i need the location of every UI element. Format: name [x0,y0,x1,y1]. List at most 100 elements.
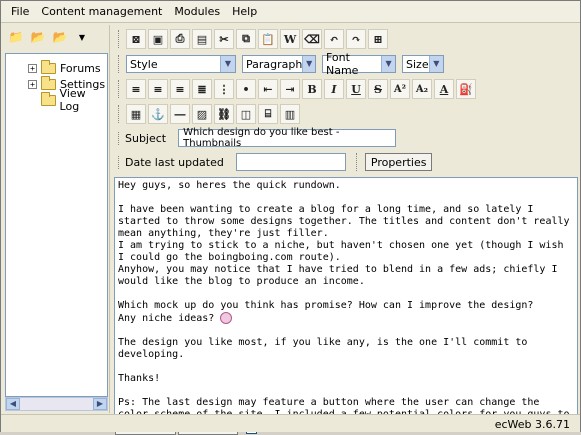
select-all-icon[interactable]: ⊞ [368,29,388,49]
navigation-tree: + Forums + Settings View Log [5,53,108,397]
cut-icon[interactable]: ✂ [214,29,234,49]
content-paragraph: Which mock up do you think has promise? … [118,300,574,325]
bold-button[interactable]: B [302,79,322,99]
align-center-icon[interactable]: ≡ [148,79,168,99]
subscript-button[interactable]: A₂ [412,79,432,99]
chevron-down-icon: ▼ [428,56,443,72]
editor-toolbar-row-2: Style ▼ Paragraph ▼ Font Name ▼ Size ▼ [114,51,448,77]
copy-folder-icon[interactable]: 📂 [29,28,47,46]
scroll-right-icon[interactable]: ▶ [93,398,107,410]
link-icon[interactable]: ⛓ [214,104,234,124]
content-paragraph-text: Which mock up do you think has promise? … [118,300,534,324]
editor-toolbar-row-1: ⊠ ▣ ⎙ ▤ ✂ ⧉ 📋 W ⌫ ↶ ↷ ⊞ [114,27,388,51]
paragraph-select-value: Paragraph [246,57,303,71]
content-editor[interactable]: Hey guys, so heres the quick rundown. I … [114,177,578,415]
eraser-icon[interactable]: ⌫ [302,29,322,49]
style-select-value: Style [130,57,158,71]
image-icon[interactable]: ▨ [192,104,212,124]
ordered-list-icon[interactable]: ⋮ [214,79,234,99]
copy-icon[interactable]: ⧉ [236,29,256,49]
editor-toolbar-row-3: ≡ ≡ ≡ ≣ ⋮ • ⇤ ⇥ B I U S A² A₂ A ⛽ [114,77,476,101]
toolbar-grip [355,153,359,171]
style-select[interactable]: Style ▼ [126,55,236,73]
toolbar-grip[interactable] [118,55,121,73]
content-paragraph: Ps: The last design may feature a button… [118,397,570,415]
paste-word-icon[interactable]: W [280,29,300,49]
anchor-icon[interactable]: ⚓ [148,104,168,124]
new-folder-icon[interactable]: 📁 [7,28,25,46]
table-icon[interactable]: ▦ [126,104,146,124]
underline-button[interactable]: U [346,79,366,99]
menu-modules[interactable]: Modules [168,1,226,23]
expand-icon[interactable]: + [28,79,37,89]
size-select[interactable]: Size ▼ [402,55,444,73]
flash-icon[interactable]: ◫ [236,104,256,124]
toolbar-grip[interactable] [118,105,121,123]
chevron-down-icon: ▼ [220,56,235,72]
content-paragraph: The design you like most, if you like an… [118,337,534,360]
italic-button[interactable]: I [324,79,344,99]
tree-horizontal-scrollbar[interactable]: ◀ ▶ [5,397,108,411]
folder-icon [41,59,56,74]
indent-icon[interactable]: ⇥ [280,79,300,99]
print-icon[interactable]: ⎙ [170,29,190,49]
status-bar: ecWeb 3.6.71 [1,414,580,432]
superscript-button[interactable]: A² [390,79,410,99]
align-justify-icon[interactable]: ≣ [192,79,212,99]
highlight-icon[interactable]: ⛽ [456,79,476,99]
unordered-list-icon[interactable]: • [236,79,256,99]
tree-item-label: Forums [60,61,101,75]
editor-pane: ⊠ ▣ ⎙ ▤ ✂ ⧉ 📋 W ⌫ ↶ ↷ ⊞ Style ▼ Paragraph… [114,25,580,435]
menu-content-management[interactable]: Content management [35,1,168,23]
date-last-updated-label: Date last updated [118,155,230,169]
toolbar-grip[interactable] [118,30,121,48]
tree-toolbar: 📁 📂 📂 ▼ [3,25,108,49]
open-folder-icon[interactable]: 📂 [51,28,69,46]
subject-label: Subject [118,131,172,145]
subject-row: Subject Which design do you like best - … [118,127,397,149]
size-select-value: Size [406,57,429,71]
editor-toolbar-row-4: ▦ ⚓ ― ▨ ⛓ ◫ ⌸ ▥ [114,102,300,126]
undo-icon[interactable]: ↶ [324,29,344,49]
folder-icon [41,91,56,106]
content-paragraph: Thanks! [118,373,161,384]
menu-help[interactable]: Help [226,1,263,23]
template-icon[interactable]: ▥ [280,104,300,124]
menu-file[interactable]: File [1,1,35,23]
properties-button[interactable]: Properties [364,153,433,171]
menubar: File Content management Modules Help [1,1,580,23]
paragraph-select[interactable]: Paragraph ▼ [242,55,316,73]
app-window: File Content management Modules Help 📁 📂… [0,0,581,435]
font-color-button[interactable]: A [434,79,454,99]
chevron-down-icon: ▼ [302,56,315,72]
redo-icon[interactable]: ↷ [346,29,366,49]
form-field-icon[interactable]: ⌸ [258,104,278,124]
date-row: Date last updated Properties [118,151,433,173]
date-last-updated-input[interactable] [235,153,346,171]
subject-input[interactable]: Which design do you like best - Thumbnai… [178,127,397,149]
save-icon[interactable]: ▣ [148,29,168,49]
horizontal-rule-icon[interactable]: ― [170,104,190,124]
chevron-down-icon: ▼ [381,56,395,72]
version-text: ecWeb 3.6.71 [494,418,570,431]
scroll-left-icon[interactable]: ◀ [6,398,20,410]
tree-item-view-log[interactable]: View Log [41,87,107,113]
font-name-select[interactable]: Font Name ▼ [322,51,396,77]
folder-icon [41,75,56,90]
strikethrough-button[interactable]: S [368,79,388,99]
outdent-icon[interactable]: ⇤ [258,79,278,99]
content-paragraph: I have been wanting to create a blog for… [118,204,570,287]
preview-icon[interactable]: ▤ [192,29,212,49]
toolbar-grip[interactable] [118,80,121,98]
paste-icon[interactable]: 📋 [258,29,278,49]
close-document-icon[interactable]: ⊠ [126,29,146,49]
smiley-icon [220,312,233,324]
align-right-icon[interactable]: ≡ [170,79,190,99]
content-paragraph: Hey guys, so heres the quick rundown. [118,180,341,191]
tree-item-forums[interactable]: + Forums [28,59,101,76]
chevron-down-icon[interactable]: ▼ [73,28,91,46]
font-name-select-value: Font Name [326,51,359,77]
expand-icon[interactable]: + [28,63,37,73]
tree-item-label: View Log [59,87,86,113]
align-left-icon[interactable]: ≡ [126,79,146,99]
